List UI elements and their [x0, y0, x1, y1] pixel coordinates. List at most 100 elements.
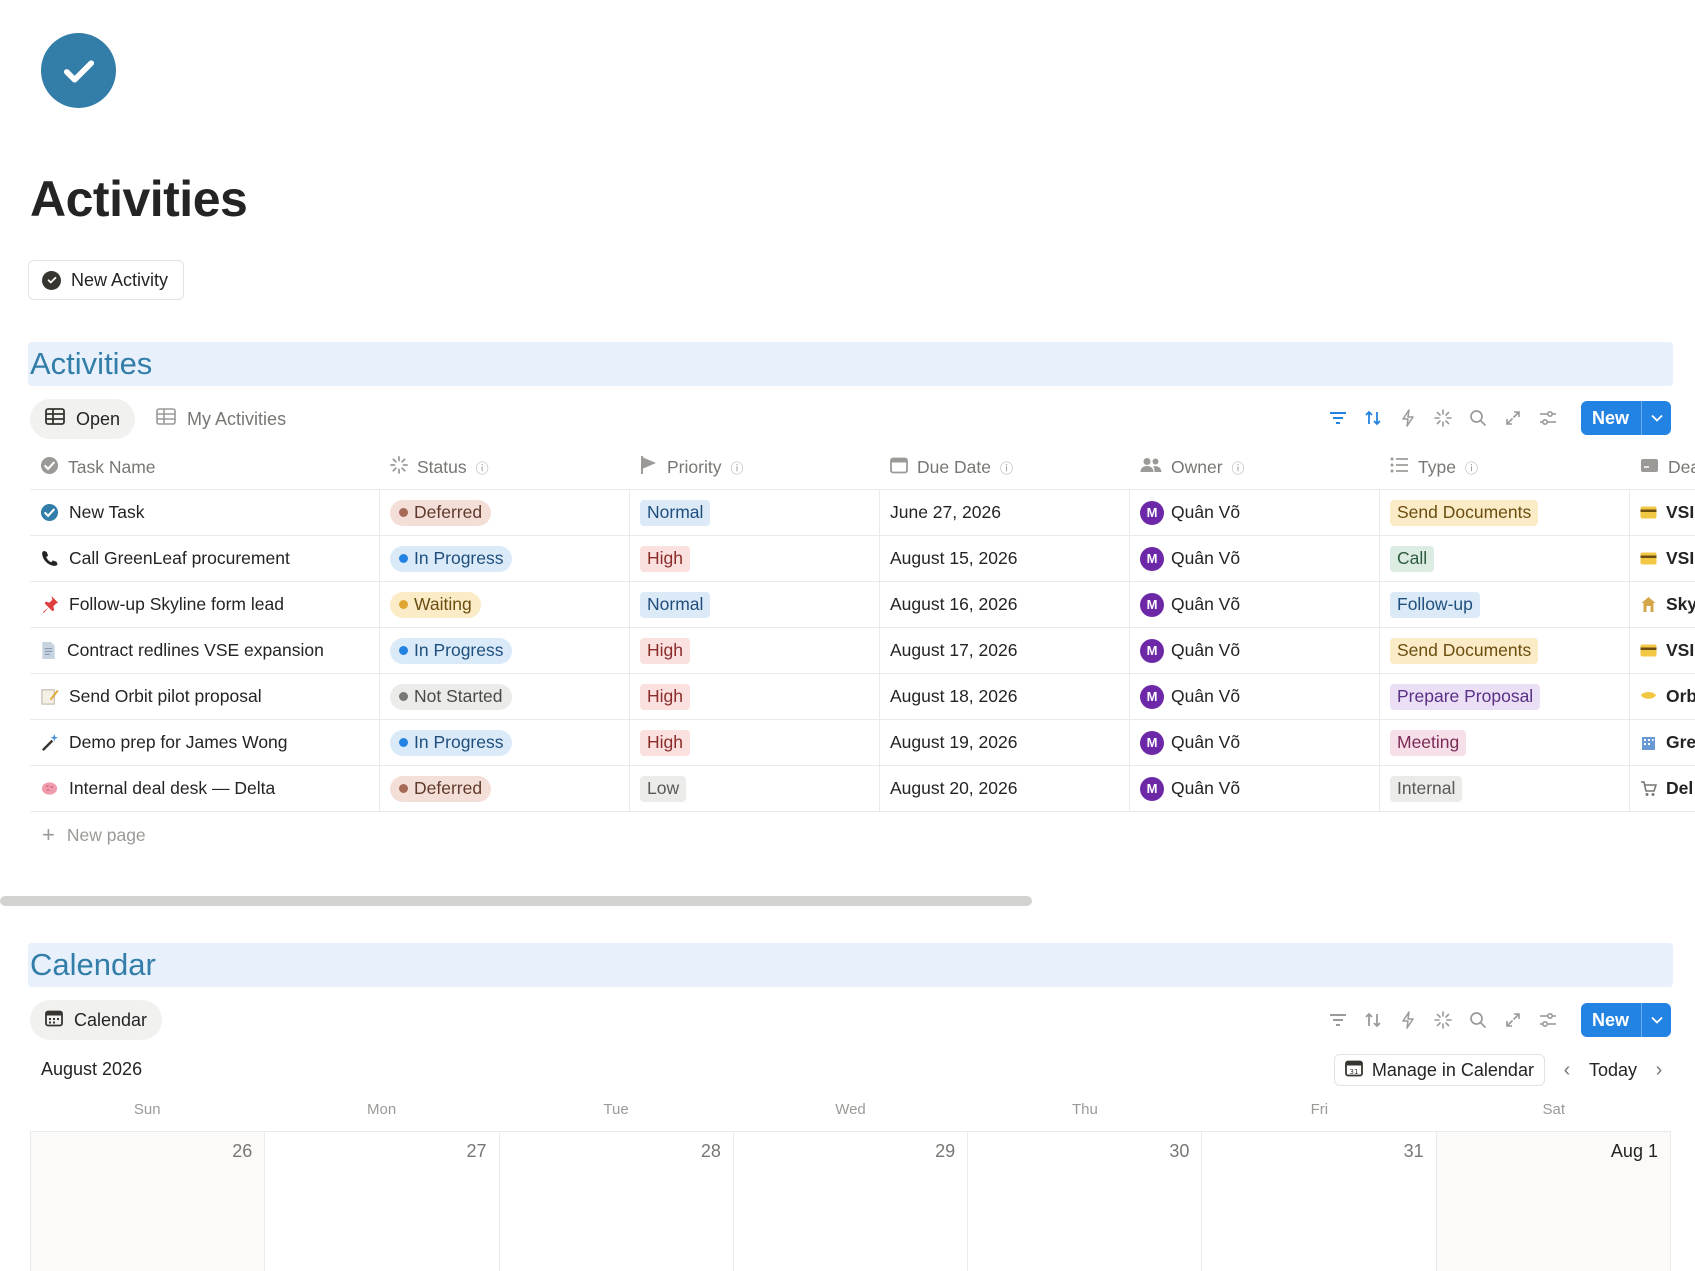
column-task-name[interactable]: Task Name: [30, 446, 380, 489]
info-icon[interactable]: ⓘ: [1000, 458, 1013, 477]
column-due-date[interactable]: Due Date ⓘ: [880, 446, 1130, 489]
task-name-cell[interactable]: Contract redlines VSE expansion: [30, 628, 380, 673]
owner-cell[interactable]: M Quân Võ: [1130, 536, 1380, 581]
lightning-icon[interactable]: [1399, 1011, 1417, 1029]
status-cell[interactable]: In Progress: [380, 628, 630, 673]
new-page-button[interactable]: + New page: [30, 812, 1695, 858]
new-record-button[interactable]: New: [1580, 401, 1671, 435]
deal-cell[interactable]: VSI: [1630, 490, 1695, 535]
calendar-day-cell[interactable]: 29: [734, 1132, 969, 1271]
info-icon[interactable]: ⓘ: [476, 458, 489, 477]
due-date-cell[interactable]: August 19, 2026: [880, 720, 1130, 765]
sort-icon[interactable]: [1364, 409, 1382, 427]
chevron-down-icon[interactable]: [1641, 401, 1671, 435]
due-date-cell[interactable]: August 16, 2026: [880, 582, 1130, 627]
calendar-day-cell[interactable]: 31: [1202, 1132, 1437, 1271]
info-icon[interactable]: ⓘ: [730, 458, 743, 477]
deal-cell[interactable]: Del: [1630, 766, 1695, 811]
new-event-button[interactable]: New: [1580, 1003, 1671, 1037]
owner-cell[interactable]: M Quân Võ: [1130, 720, 1380, 765]
expand-icon[interactable]: [1504, 1011, 1522, 1029]
due-date-cell[interactable]: August 17, 2026: [880, 628, 1130, 673]
table-row[interactable]: Demo prep for James Wong In Progress High A…: [30, 720, 1695, 766]
due-date-cell[interactable]: August 18, 2026: [880, 674, 1130, 719]
task-name-cell[interactable]: Demo prep for James Wong: [30, 720, 380, 765]
deal-cell[interactable]: Orb: [1630, 674, 1695, 719]
type-cell[interactable]: Prepare Proposal: [1380, 674, 1630, 719]
owner-cell[interactable]: M Quân Võ: [1130, 628, 1380, 673]
filter-icon[interactable]: [1329, 1011, 1347, 1029]
sort-icon[interactable]: [1364, 1011, 1382, 1029]
calendar-day-cell[interactable]: 30: [968, 1132, 1203, 1271]
deal-cell[interactable]: Sky: [1630, 582, 1695, 627]
lightning-icon[interactable]: [1399, 409, 1417, 427]
owner-cell[interactable]: M Quân Võ: [1130, 490, 1380, 535]
type-cell[interactable]: Send Documents: [1380, 490, 1630, 535]
chevron-right-icon[interactable]: ›: [1647, 1059, 1671, 1082]
owner-cell[interactable]: M Quân Võ: [1130, 582, 1380, 627]
settings-sliders-icon[interactable]: [1539, 409, 1557, 427]
priority-cell[interactable]: High: [630, 674, 880, 719]
sparkle-icon[interactable]: [1434, 409, 1452, 427]
priority-cell[interactable]: Normal: [630, 582, 880, 627]
type-cell[interactable]: Meeting: [1380, 720, 1630, 765]
search-icon[interactable]: [1469, 1011, 1487, 1029]
calendar-day-cell[interactable]: 28: [500, 1132, 734, 1271]
status-cell[interactable]: In Progress: [380, 720, 630, 765]
column-priority[interactable]: Priority ⓘ: [630, 446, 880, 489]
deal-cell[interactable]: VSI: [1630, 536, 1695, 581]
table-row[interactable]: Send Orbit pilot proposal Not Started High…: [30, 674, 1695, 720]
info-icon[interactable]: ⓘ: [1232, 458, 1245, 477]
chevron-down-icon[interactable]: [1641, 1003, 1671, 1037]
info-icon[interactable]: ⓘ: [1465, 458, 1478, 477]
due-date-cell[interactable]: August 20, 2026: [880, 766, 1130, 811]
table-row[interactable]: Follow-up Skyline form lead Waiting Normal…: [30, 582, 1695, 628]
table-row[interactable]: New Task Deferred Normal June 27, 2026 M Quân…: [30, 490, 1695, 536]
status-cell[interactable]: Waiting: [380, 582, 630, 627]
horizontal-scrollbar[interactable]: [0, 896, 1032, 906]
table-row[interactable]: Internal deal desk — Delta Deferred Low Aug…: [30, 766, 1695, 812]
due-date-cell[interactable]: August 15, 2026: [880, 536, 1130, 581]
filter-icon[interactable]: [1329, 409, 1347, 427]
column-status[interactable]: Status ⓘ: [380, 446, 630, 489]
column-deal[interactable]: Dea: [1630, 446, 1695, 489]
table-row[interactable]: Contract redlines VSE expansion In Progre…: [30, 628, 1695, 674]
column-type[interactable]: Type ⓘ: [1380, 446, 1630, 489]
today-button[interactable]: Today: [1589, 1060, 1637, 1081]
status-cell[interactable]: Deferred: [380, 766, 630, 811]
status-cell[interactable]: Deferred: [380, 490, 630, 535]
status-cell[interactable]: In Progress: [380, 536, 630, 581]
deal-cell[interactable]: VSI: [1630, 628, 1695, 673]
calendar-day-cell[interactable]: Aug 1: [1436, 1132, 1671, 1271]
priority-cell[interactable]: Normal: [630, 490, 880, 535]
new-activity-button[interactable]: New Activity: [28, 260, 185, 300]
priority-cell[interactable]: Low: [630, 766, 880, 811]
tab-calendar[interactable]: Calendar: [30, 1000, 163, 1040]
calendar-day-cell[interactable]: 27: [265, 1132, 500, 1271]
priority-cell[interactable]: High: [630, 628, 880, 673]
tab-my-activities[interactable]: My Activities: [141, 399, 301, 439]
due-date-cell[interactable]: June 27, 2026: [880, 490, 1130, 535]
calendar-day-cell[interactable]: 26: [31, 1132, 266, 1271]
task-name-cell[interactable]: Internal deal desk — Delta: [30, 766, 380, 811]
status-cell[interactable]: Not Started: [380, 674, 630, 719]
sparkle-icon[interactable]: [1434, 1011, 1452, 1029]
priority-cell[interactable]: High: [630, 536, 880, 581]
chevron-left-icon[interactable]: ‹: [1555, 1059, 1579, 1082]
task-name-cell[interactable]: Call GreenLeaf procurement: [30, 536, 380, 581]
settings-sliders-icon[interactable]: [1539, 1011, 1557, 1029]
type-cell[interactable]: Send Documents: [1380, 628, 1630, 673]
type-cell[interactable]: Follow-up: [1380, 582, 1630, 627]
table-row[interactable]: Call GreenLeaf procurement In Progress Hig…: [30, 536, 1695, 582]
task-name-cell[interactable]: Follow-up Skyline form lead: [30, 582, 380, 627]
search-icon[interactable]: [1469, 409, 1487, 427]
expand-icon[interactable]: [1504, 409, 1522, 427]
task-name-cell[interactable]: New Task: [30, 490, 380, 535]
owner-cell[interactable]: M Quân Võ: [1130, 766, 1380, 811]
task-name-cell[interactable]: Send Orbit pilot proposal: [30, 674, 380, 719]
tab-open[interactable]: Open: [30, 399, 136, 439]
type-cell[interactable]: Call: [1380, 536, 1630, 581]
priority-cell[interactable]: High: [630, 720, 880, 765]
column-owner[interactable]: Owner ⓘ: [1130, 446, 1380, 489]
deal-cell[interactable]: Gre: [1630, 720, 1695, 765]
